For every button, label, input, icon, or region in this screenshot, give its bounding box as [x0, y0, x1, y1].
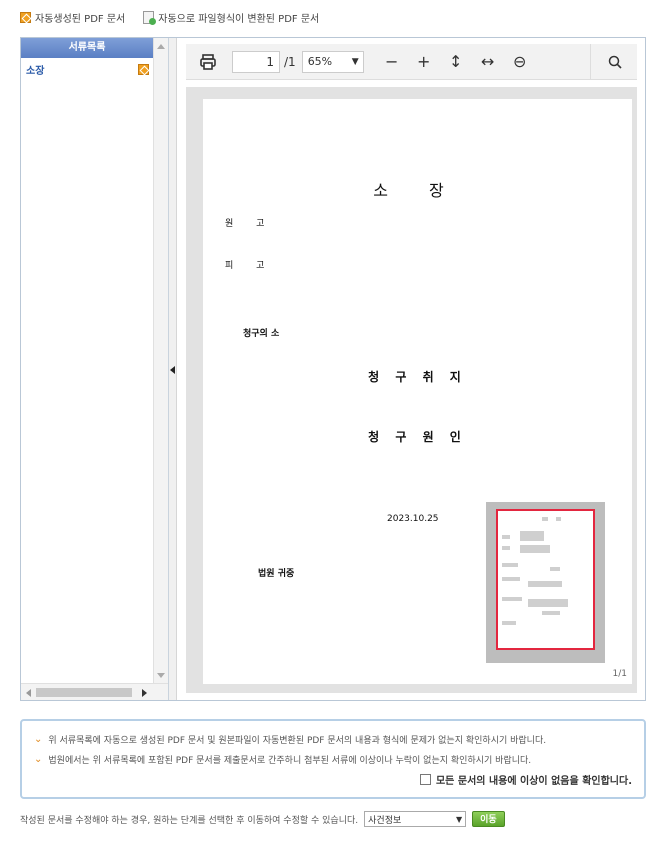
confirm-checkbox[interactable] — [419, 774, 431, 785]
sidebar-vertical-scrollbar[interactable] — [153, 38, 168, 684]
court-label: 법원 귀중 — [258, 569, 295, 579]
claim-label: 청구의 소 — [243, 329, 280, 339]
sidebar-header: 서류목록 — [21, 38, 153, 58]
fit-width-icon: ↔ — [480, 52, 495, 71]
zoom-value: 65% — [307, 55, 333, 68]
document-frame: 서류목록 소장 1 /1 65% ▼ − + ↕ ↔ ⊖ 소 장 원 고 피 고… — [20, 37, 646, 701]
pdf-viewer: 1 /1 65% ▼ − + ↕ ↔ ⊖ 소 장 원 고 피 고 청구의 소 청… — [178, 38, 645, 700]
document-list-sidebar: 서류목록 소장 — [21, 38, 169, 700]
notice-text-1: 위 서류목록에 자동으로 생성된 PDF 문서 및 원본파일이 자동변환된 PD… — [48, 735, 547, 746]
zoom-select[interactable]: 65% ▼ — [301, 50, 364, 73]
notice-line-1: ⌄ 위 서류목록에 자동으로 생성된 PDF 문서 및 원본파일이 자동변환된 … — [34, 729, 632, 749]
confirm-checkbox-label[interactable]: 모든 문서의 내용에 이상이 없음을 확인합니다. — [419, 772, 632, 787]
search-icon — [608, 55, 622, 69]
confirm-text: 모든 문서의 내용에 이상이 없음을 확인합니다. — [435, 776, 632, 787]
converted-pdf-icon — [143, 11, 157, 25]
thumbnail-page — [496, 509, 595, 650]
search-button[interactable] — [599, 46, 631, 78]
more-icon: ⊖ — [512, 52, 527, 71]
print-icon — [200, 53, 216, 70]
page-number-input[interactable]: 1 — [232, 50, 280, 73]
chevron-down-icon: ⌄ — [34, 753, 43, 765]
edit-step-bar: 작성된 문서를 수정해야 하는 경우, 원하는 단계를 선택한 후 이동하여 수… — [20, 811, 505, 827]
scroll-right-icon[interactable] — [142, 689, 147, 697]
page-total: /1 — [284, 54, 296, 69]
sidebar-item-label: 소장 — [26, 66, 45, 77]
sidebar-item-complaint[interactable]: 소장 — [21, 58, 153, 77]
scroll-left-icon[interactable] — [26, 689, 31, 697]
legend-converted-label: 자동으로 파일형식이 변환된 PDF 문서 — [158, 14, 320, 25]
collapse-arrow-icon[interactable] — [170, 366, 175, 374]
zoom-out-button[interactable]: − — [376, 46, 408, 78]
scroll-down-icon[interactable] — [157, 673, 165, 678]
plaintiff-label: 원 고 — [225, 219, 275, 229]
chevron-down-icon: ▼ — [455, 814, 463, 824]
step-select-value: 사건정보 — [368, 815, 402, 826]
pdf-legend: 자동생성된 PDF 문서 자동으로 파일형식이 변환된 PDF 문서 — [20, 10, 319, 25]
page-thumbnail[interactable] — [486, 502, 605, 663]
step-select[interactable]: 사건정보 ▼ — [364, 811, 467, 827]
minus-icon: − — [384, 52, 399, 71]
fit-height-icon: ↕ — [448, 52, 463, 71]
edit-step-text: 작성된 문서를 수정해야 하는 경우, 원하는 단계를 선택한 후 이동하여 수… — [20, 815, 359, 826]
chevron-down-icon: ⌄ — [34, 733, 43, 745]
go-button[interactable]: 이동 — [472, 811, 505, 827]
auto-pdf-icon — [20, 12, 31, 23]
defendant-label: 피 고 — [225, 261, 275, 271]
auto-pdf-icon — [138, 64, 149, 75]
scroll-thumb[interactable] — [36, 688, 132, 697]
panel-splitter[interactable] — [169, 38, 177, 700]
document-date: 2023.10.25 — [387, 514, 439, 524]
print-button[interactable] — [192, 46, 224, 78]
toolbar-divider — [590, 43, 591, 80]
notice-line-2: ⌄ 법원에서는 위 서류목록에 포함된 PDF 문서를 제출문서로 간주하니 첨… — [34, 749, 632, 769]
legend-auto: 자동생성된 PDF 문서 — [20, 10, 125, 25]
notice-text-2: 법원에서는 위 서류목록에 포함된 PDF 문서를 제출문서로 간주하니 첨부된… — [48, 755, 532, 766]
page-indicator: 1/1 — [612, 669, 627, 679]
fit-width-button[interactable]: ↔ — [472, 46, 504, 78]
chevron-down-icon: ▼ — [351, 56, 359, 67]
legend-converted: 자동으로 파일형식이 변환된 PDF 문서 — [143, 10, 319, 25]
claim-cause-heading: 청 구 원 인 — [368, 430, 467, 444]
plus-icon: + — [416, 52, 431, 71]
sidebar-horizontal-scrollbar[interactable] — [21, 683, 168, 700]
zoom-in-button[interactable]: + — [408, 46, 440, 78]
pdf-page: 소 장 원 고 피 고 청구의 소 청 구 취 지 청 구 원 인 2023.1… — [203, 99, 632, 684]
scroll-up-icon[interactable] — [157, 44, 165, 49]
document-title: 소 장 — [373, 181, 462, 200]
legend-auto-label: 자동생성된 PDF 문서 — [35, 14, 126, 25]
page-canvas[interactable]: 소 장 원 고 피 고 청구의 소 청 구 취 지 청 구 원 인 2023.1… — [186, 87, 637, 693]
notice-box: ⌄ 위 서류목록에 자동으로 생성된 PDF 문서 및 원본파일이 자동변환된 … — [20, 719, 646, 799]
viewer-toolbar: 1 /1 65% ▼ − + ↕ ↔ ⊖ — [186, 43, 637, 80]
more-button[interactable]: ⊖ — [504, 46, 536, 78]
claim-purpose-heading: 청 구 취 지 — [368, 370, 467, 384]
fit-height-button[interactable]: ↕ — [440, 46, 472, 78]
